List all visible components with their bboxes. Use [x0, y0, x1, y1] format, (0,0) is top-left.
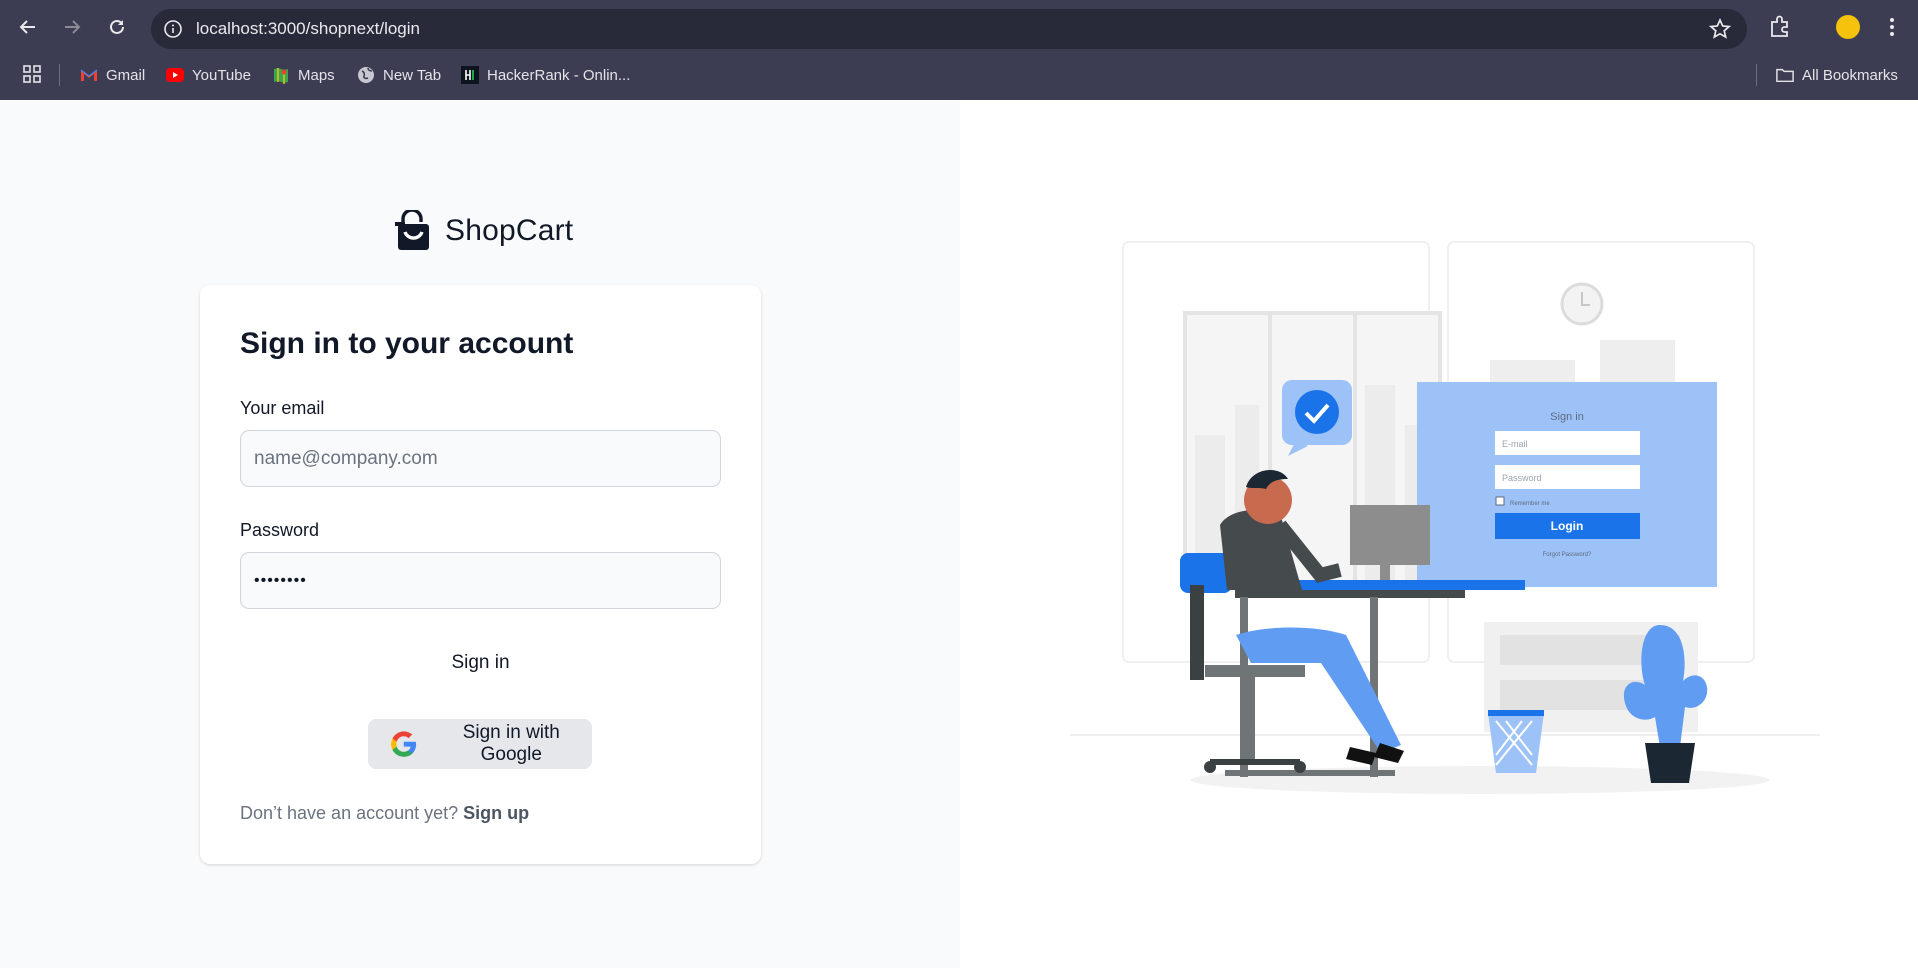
- arrow-right-icon: [65, 20, 81, 34]
- sign-up-link[interactable]: Sign up: [463, 803, 529, 823]
- gmail-icon: [80, 66, 98, 84]
- password-input[interactable]: ••••••••: [240, 552, 721, 609]
- illus-form-title: Sign in: [1550, 411, 1584, 423]
- bookmark-star-icon[interactable]: [1709, 18, 1731, 40]
- email-input[interactable]: [240, 430, 721, 487]
- back-button[interactable]: [13, 12, 43, 42]
- profile-avatar[interactable]: [1836, 15, 1860, 39]
- bookmark-hackerrank[interactable]: HackerRank - Onlin...: [461, 64, 630, 86]
- youtube-icon: [166, 66, 184, 84]
- signup-prompt: Don’t have an account yet? Sign up: [240, 803, 529, 824]
- bookmarks-bar: Gmail YouTube Maps New Tab HackerRank - …: [0, 56, 1918, 94]
- password-label: Password: [240, 520, 320, 540]
- illus-remember-label: Remember me: [1510, 501, 1550, 507]
- bookmark-label: HackerRank - Onlin...: [487, 66, 631, 84]
- signup-prompt-text: Don’t have an account yet?: [240, 803, 459, 823]
- browser-chrome: localhost:3000/shopnext/login Gmail YouT…: [0, 0, 1918, 100]
- google-button-label: Sign in with Google: [462, 722, 560, 765]
- login-title: Sign in to your account: [240, 327, 574, 360]
- bookmark-youtube[interactable]: YouTube: [166, 64, 251, 86]
- bookmark-maps[interactable]: Maps: [272, 64, 335, 86]
- sign-in-button[interactable]: Sign in: [240, 640, 721, 686]
- all-bookmarks-label: All Bookmarks: [1802, 66, 1898, 84]
- email-label: Your email: [240, 398, 325, 418]
- google-sign-in-button[interactable]: Sign in with Google: [368, 719, 592, 769]
- login-illustration: Sign in E-mail Password Remember me Logi…: [1070, 241, 1820, 794]
- bookmark-label: YouTube: [192, 66, 251, 84]
- address-bar[interactable]: localhost:3000/shopnext/login: [151, 9, 1747, 49]
- url-text[interactable]: localhost:3000/shopnext/login: [196, 19, 420, 39]
- brand-name: ShopCart: [445, 214, 574, 247]
- forward-button[interactable]: [57, 12, 87, 42]
- illus-email-placeholder: E-mail: [1502, 439, 1528, 449]
- extensions-icon[interactable]: [1767, 14, 1793, 40]
- all-bookmarks[interactable]: All Bookmarks: [1776, 64, 1898, 86]
- more-options-icon[interactable]: [1882, 14, 1902, 40]
- bookmark-gmail[interactable]: Gmail: [80, 64, 145, 86]
- bookmark-label: Maps: [298, 66, 335, 84]
- bookmarks-divider: [1756, 64, 1757, 86]
- bookmark-new-tab[interactable]: New Tab: [357, 64, 441, 86]
- reload-icon: [110, 19, 124, 34]
- bookmarks-divider: [59, 64, 60, 86]
- arrow-left-icon: [19, 20, 35, 34]
- shopping-bag-icon: [395, 210, 429, 250]
- folder-icon: [1776, 66, 1794, 84]
- illus-login-button: Login: [1551, 519, 1584, 533]
- reload-button[interactable]: [102, 12, 132, 42]
- bookmark-label: Gmail: [106, 66, 146, 84]
- apps-grid-icon[interactable]: [22, 64, 42, 84]
- bookmark-label: New Tab: [383, 66, 442, 84]
- site-info-icon[interactable]: [163, 19, 183, 39]
- hackerrank-icon: [461, 66, 479, 84]
- brand-header[interactable]: ShopCart: [391, 210, 573, 252]
- illus-password-placeholder: Password: [1502, 473, 1542, 483]
- illus-forgot-label: Forgot Password?: [1543, 552, 1592, 558]
- maps-icon: [272, 66, 290, 84]
- globe-icon: [357, 66, 375, 84]
- google-icon: [391, 731, 417, 757]
- login-card: Sign in to your account Your email Passw…: [200, 285, 761, 864]
